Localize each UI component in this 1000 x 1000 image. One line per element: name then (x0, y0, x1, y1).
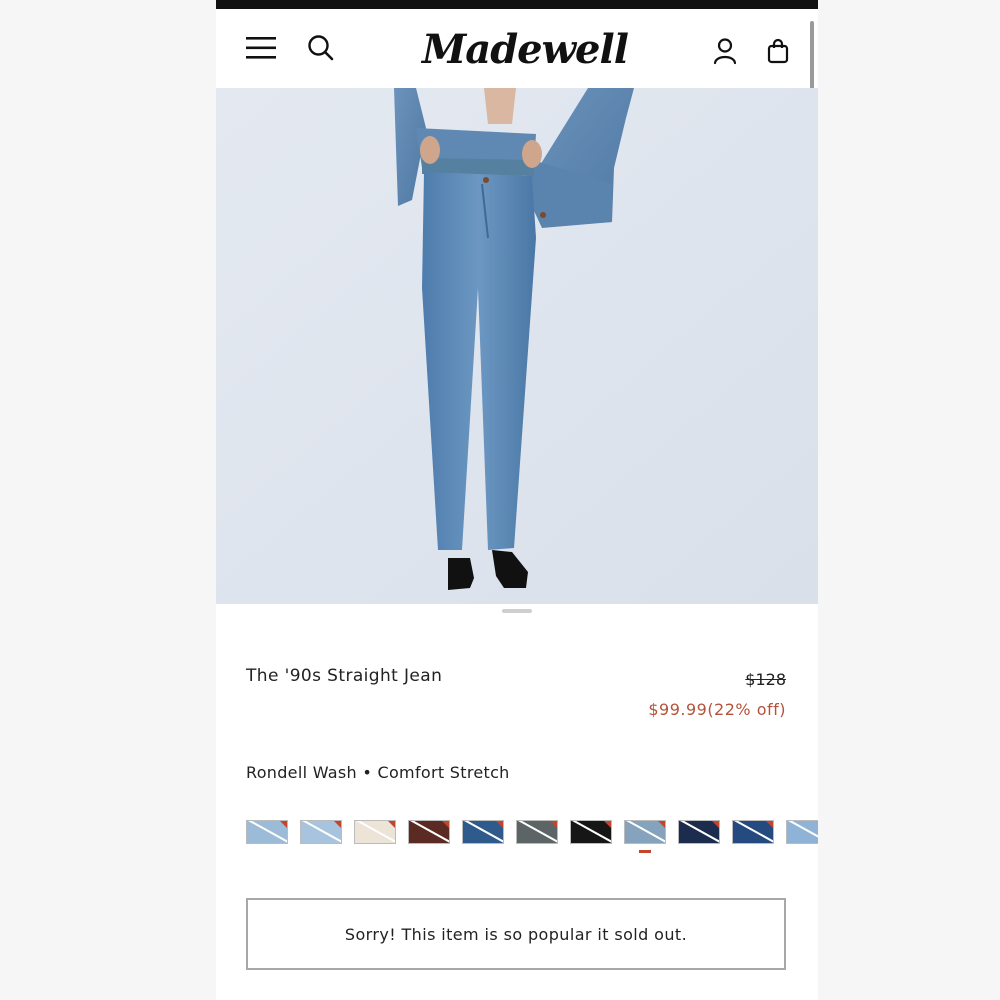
swatch-corner-flag (442, 821, 449, 828)
swatch-corner-flag (766, 821, 773, 828)
swatch-slash (787, 821, 818, 843)
account-icon[interactable] (712, 37, 738, 65)
status-bar (216, 0, 818, 9)
color-swatch[interactable] (678, 820, 720, 844)
drag-handle[interactable] (502, 609, 532, 613)
swatch-corner-flag (334, 821, 341, 828)
swatch-corner-flag (712, 821, 719, 828)
swatch-corner-flag (496, 821, 503, 828)
search-icon[interactable] (306, 33, 336, 63)
brand-logo[interactable]: Madewell (422, 23, 629, 77)
color-swatch[interactable] (786, 820, 818, 844)
sale-price: $99.99(22% off) (648, 700, 786, 719)
menu-icon[interactable] (244, 33, 278, 63)
swatch-corner-flag (280, 821, 287, 828)
bag-icon[interactable] (766, 37, 790, 65)
color-swatch[interactable] (300, 820, 342, 844)
product-image[interactable] (216, 88, 818, 604)
selected-swatch-indicator (639, 850, 651, 853)
color-swatch[interactable] (408, 820, 450, 844)
color-swatches (246, 820, 818, 860)
swatch-corner-flag (388, 821, 395, 828)
sold-out-notice: Sorry! This item is so popular it sold o… (246, 898, 786, 970)
color-swatch[interactable] (462, 820, 504, 844)
color-swatch[interactable] (516, 820, 558, 844)
color-swatch[interactable] (570, 820, 612, 844)
swatch-corner-flag (550, 821, 557, 828)
variant-label: Rondell Wash • Comfort Stretch (246, 763, 510, 782)
product-title: The '90s Straight Jean (246, 666, 443, 686)
swatch-corner-flag (658, 821, 665, 828)
color-swatch[interactable] (246, 820, 288, 844)
swatch-corner-flag (604, 821, 611, 828)
product-page: Madewell The '90s Straight Jean $128 $99… (216, 0, 818, 1000)
original-price: $128 (745, 670, 786, 689)
color-swatch[interactable] (624, 820, 666, 844)
site-header: Madewell (216, 9, 818, 253)
color-swatch[interactable] (354, 820, 396, 844)
color-swatch[interactable] (732, 820, 774, 844)
